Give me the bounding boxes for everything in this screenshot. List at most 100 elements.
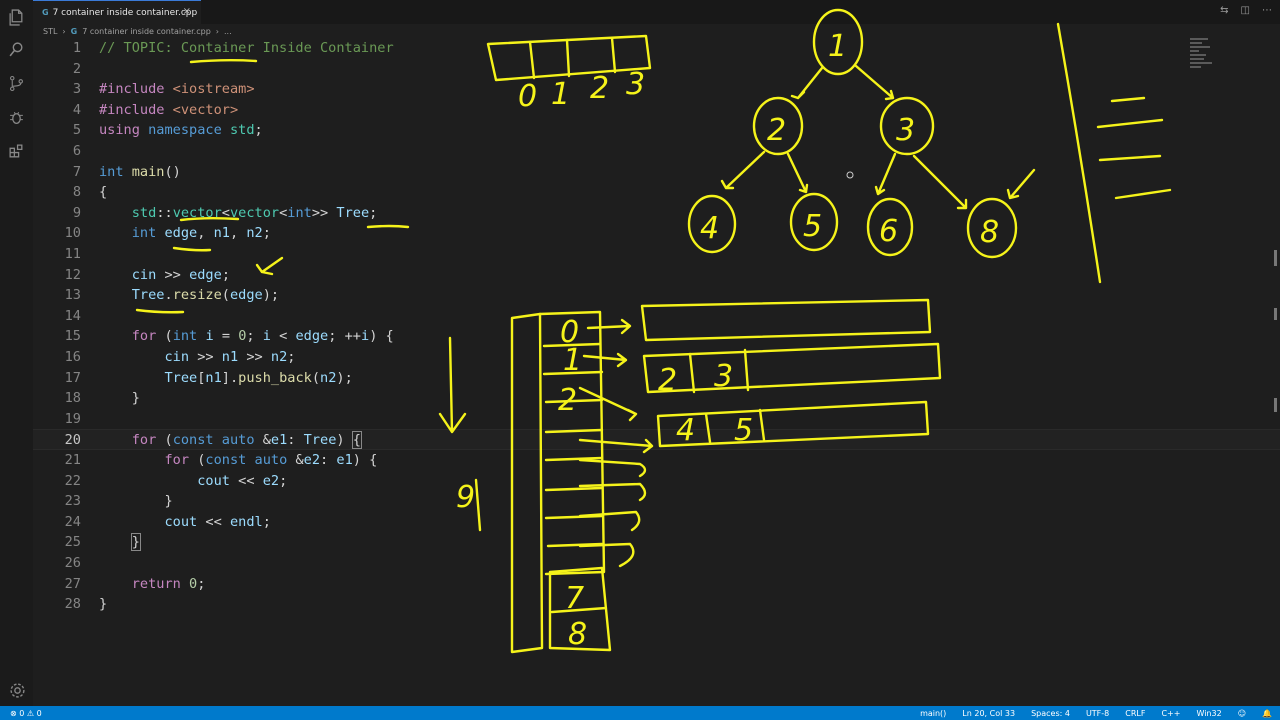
line-number: 25 bbox=[64, 534, 81, 551]
line-number: 10 bbox=[64, 225, 81, 242]
extensions-icon[interactable] bbox=[0, 134, 33, 168]
code-line[interactable]: 10 int edge, n1, n2; bbox=[33, 223, 1280, 244]
code-text: #include <vector> bbox=[99, 101, 239, 118]
code-text: cin >> edge; bbox=[131, 266, 230, 283]
code-text: for (const auto &e1: Tree) { bbox=[131, 431, 363, 450]
code-text: cin >> n1 >> n2; bbox=[164, 349, 296, 365]
code-text: Tree.resize(edge); bbox=[131, 287, 280, 304]
more-actions-icon[interactable]: ⋯ bbox=[1262, 5, 1272, 16]
cursor-position[interactable]: Ln 20, Col 33 bbox=[962, 709, 1015, 718]
scrollbar-thumb[interactable] bbox=[1274, 250, 1277, 266]
code-line[interactable]: 17 Tree[n1].push_back(n2); bbox=[33, 368, 1280, 389]
code-line[interactable]: 19 bbox=[33, 409, 1280, 430]
code-text: cout << e2; bbox=[197, 472, 288, 489]
code-line[interactable]: 9 std::vector<vector<int>> Tree; bbox=[33, 203, 1280, 224]
feedback-icon[interactable]: ☺ bbox=[1238, 709, 1246, 718]
code-line[interactable]: 20 for (const auto &e1: Tree) { bbox=[33, 429, 1280, 450]
debug-icon[interactable] bbox=[0, 100, 33, 134]
platform[interactable]: Win32 bbox=[1196, 709, 1221, 718]
breadcrumb-separator: › bbox=[215, 26, 219, 36]
line-number: 3 bbox=[72, 81, 81, 98]
line-number: 5 bbox=[72, 122, 81, 139]
code-line[interactable]: 7 int main() bbox=[33, 162, 1280, 183]
breadcrumb-symbols[interactable]: ... bbox=[224, 27, 232, 36]
code-line[interactable]: 23 } bbox=[33, 491, 1280, 512]
code-text: return 0; bbox=[131, 575, 206, 592]
line-number: 28 bbox=[64, 596, 81, 613]
scrollbar-marker bbox=[1274, 398, 1277, 412]
line-number: 20 bbox=[64, 432, 81, 449]
cpp-file-icon: G bbox=[70, 26, 78, 36]
code-line[interactable]: 18 } bbox=[33, 388, 1280, 409]
code-editor[interactable]: 1// TOPIC: Container Inside Container 2 3 #… bbox=[33, 38, 1280, 706]
breadcrumb-separator: › bbox=[62, 26, 66, 36]
close-tab-icon[interactable]: × bbox=[183, 6, 191, 17]
code-line[interactable]: 11 bbox=[33, 244, 1280, 265]
breadcrumb: STL › G 7 container inside container.cpp… bbox=[43, 24, 232, 38]
code-line[interactable]: 5 using namespace std; bbox=[33, 120, 1280, 141]
code-line[interactable]: 28} bbox=[33, 594, 1280, 615]
notifications-icon[interactable]: 🔔 bbox=[1262, 709, 1272, 718]
line-number: 22 bbox=[64, 472, 81, 489]
breadcrumb-folder[interactable]: STL bbox=[43, 27, 57, 36]
minimap[interactable] bbox=[1190, 38, 1220, 74]
tab-active-file[interactable]: G 7 container inside container.cpp × bbox=[33, 0, 201, 24]
language-mode[interactable]: C++ bbox=[1161, 709, 1180, 718]
breadcrumb-file[interactable]: 7 container inside container.cpp bbox=[82, 27, 211, 36]
code-text: } bbox=[99, 596, 108, 613]
scrollbar-marker bbox=[1274, 308, 1277, 320]
code-line[interactable]: 3 #include <iostream> bbox=[33, 79, 1280, 100]
code-line[interactable]: 13 Tree.resize(edge); bbox=[33, 285, 1280, 306]
code-line[interactable]: 14 bbox=[33, 306, 1280, 327]
code-text: } bbox=[164, 493, 173, 510]
code-line[interactable]: 24 cout << endl; bbox=[33, 512, 1280, 533]
code-line[interactable]: 26 bbox=[33, 553, 1280, 574]
compare-icon[interactable]: ⇆ bbox=[1220, 5, 1228, 16]
code-text: } bbox=[131, 390, 140, 407]
code-line[interactable]: 25 } bbox=[33, 532, 1280, 553]
code-line[interactable]: 15 for (int i = 0; i < edge; ++i) { bbox=[33, 326, 1280, 347]
split-editor-icon[interactable]: ◫ bbox=[1241, 5, 1250, 16]
code-line[interactable]: 6 bbox=[33, 141, 1280, 162]
manage-gear-icon[interactable] bbox=[9, 682, 26, 703]
line-number: 4 bbox=[72, 101, 81, 118]
files-icon[interactable] bbox=[0, 0, 33, 34]
line-number: 1 bbox=[72, 40, 81, 56]
editor-actions: ⇆ ◫ ⋯ bbox=[1220, 5, 1272, 16]
encoding[interactable]: UTF-8 bbox=[1086, 709, 1109, 718]
status-bar: ⊗ 0 ⚠ 0 main() Ln 20, Col 33 Spaces: 4 U… bbox=[0, 706, 1280, 720]
code-line[interactable]: 2 bbox=[33, 59, 1280, 80]
code-text: int main() bbox=[99, 163, 181, 180]
code-line[interactable]: 12 cin >> edge; bbox=[33, 265, 1280, 286]
code-line[interactable]: 27 return 0; bbox=[33, 574, 1280, 595]
code-line[interactable]: 1 // TOPIC: Container Inside Container bbox=[33, 38, 1280, 59]
code-text: int edge, n1, n2; bbox=[131, 225, 271, 242]
editor-tabs: G 7 container inside container.cpp × ⇆ ◫… bbox=[33, 0, 1280, 24]
activity-bar bbox=[0, 0, 33, 706]
code-line[interactable]: 8{ bbox=[33, 182, 1280, 203]
search-icon[interactable] bbox=[0, 32, 33, 66]
line-number: 12 bbox=[64, 266, 81, 283]
indentation[interactable]: Spaces: 4 bbox=[1031, 709, 1070, 718]
line-number: 26 bbox=[64, 555, 81, 571]
line-number: 23 bbox=[64, 493, 81, 510]
code-text: using namespace std; bbox=[99, 122, 263, 139]
line-number: 19 bbox=[64, 410, 81, 427]
code-line[interactable]: 16 cin >> n1 >> n2; bbox=[33, 347, 1280, 368]
line-ending[interactable]: CRLF bbox=[1125, 709, 1145, 718]
line-number: 11 bbox=[64, 246, 81, 262]
source-control-icon[interactable] bbox=[0, 66, 33, 100]
code-text: for (const auto &e2: e1) { bbox=[164, 452, 378, 468]
code-text: cout << endl; bbox=[164, 513, 271, 530]
line-number: 13 bbox=[64, 287, 81, 304]
code-line[interactable]: 21 for (const auto &e2: e1) { bbox=[33, 450, 1280, 471]
code-line[interactable]: 4 #include <vector> bbox=[33, 100, 1280, 121]
line-number: 6 bbox=[72, 143, 81, 159]
status-symbol[interactable]: main() bbox=[920, 709, 946, 718]
code-line[interactable]: 22 cout << e2; bbox=[33, 471, 1280, 492]
line-number: 7 bbox=[72, 163, 81, 180]
problems-indicator[interactable]: ⊗ 0 ⚠ 0 bbox=[10, 709, 42, 718]
line-number: 16 bbox=[64, 349, 81, 365]
code-text: { bbox=[99, 184, 108, 201]
line-number: 9 bbox=[72, 204, 81, 221]
